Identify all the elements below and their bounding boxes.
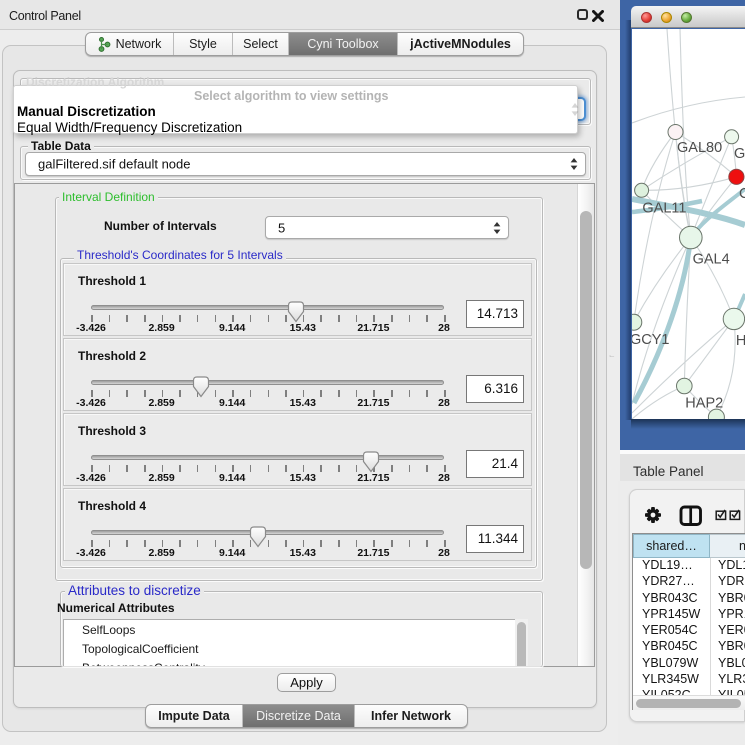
svg-text:GCY1: GCY1 <box>632 332 670 348</box>
svg-text:GAL80: GAL80 <box>677 140 722 156</box>
svg-text:GAL4: GAL4 <box>693 252 730 268</box>
svg-text:C: C <box>739 186 745 202</box>
svg-text:GAL11: GAL11 <box>642 201 686 217</box>
svg-text:GA: GA <box>734 146 745 162</box>
svg-text:HAP2: HAP2 <box>685 395 723 411</box>
svg-text:H: H <box>736 333 745 349</box>
